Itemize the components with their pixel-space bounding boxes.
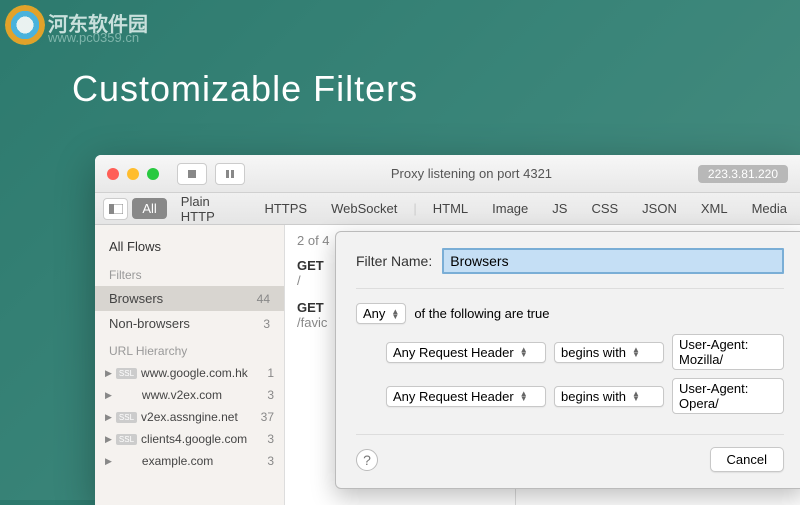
chevron-updown-icon: ▲▼ (632, 391, 640, 401)
match-mode-select[interactable]: Any ▲▼ (356, 303, 406, 324)
rule-op-select[interactable]: begins with ▲▼ (554, 386, 664, 407)
tab-websocket[interactable]: WebSocket (321, 198, 407, 219)
tab-html[interactable]: HTML (423, 198, 478, 219)
tab-css[interactable]: CSS (581, 198, 628, 219)
watermark-url: www.pc0359.cn (48, 30, 139, 45)
ssl-badge: SSL (116, 368, 137, 379)
toolbar: All Plain HTTP HTTPS WebSocket | HTML Im… (95, 193, 800, 225)
filter-dialog: Filter Name: Any ▲▼ of the following are… (335, 231, 800, 489)
sidebar-toggle-button[interactable] (103, 198, 128, 220)
filter-name: Browsers (109, 291, 163, 306)
ssl-badge: SSL (116, 412, 137, 423)
select-value: begins with (561, 389, 626, 404)
flow-path: / (297, 273, 301, 288)
rule-field-select[interactable]: Any Request Header ▲▼ (386, 342, 546, 363)
rule-value-input[interactable]: User-Agent: Mozilla/ (672, 334, 784, 370)
filter-rule-row: Any Request Header ▲▼ begins with ▲▼ User-… (386, 334, 784, 370)
filter-count: 44 (257, 292, 270, 306)
select-value: begins with (561, 345, 626, 360)
url-hierarchy-item[interactable]: ▶ example.com 3 (95, 450, 284, 472)
tab-plain-http[interactable]: Plain HTTP (171, 191, 251, 227)
tab-media[interactable]: Media (742, 198, 797, 219)
url-host: www.google.com.hk (141, 366, 263, 380)
pause-button[interactable] (215, 163, 245, 185)
url-count: 3 (267, 454, 274, 468)
filter-name: Non-browsers (109, 316, 190, 331)
chevron-updown-icon: ▲▼ (520, 347, 528, 357)
chevron-updown-icon: ▲▼ (520, 391, 528, 401)
url-hierarchy-item[interactable]: ▶ www.v2ex.com 3 (95, 384, 284, 406)
traffic-lights (107, 168, 159, 180)
sidebar-all-flows[interactable]: All Flows (95, 233, 284, 260)
tab-all[interactable]: All (132, 198, 166, 219)
hero-title: Customizable Filters (72, 68, 418, 110)
url-host: www.v2ex.com (142, 388, 263, 402)
cancel-button[interactable]: Cancel (710, 447, 784, 472)
rule-field-select[interactable]: Any Request Header ▲▼ (386, 386, 546, 407)
url-host: v2ex.assngine.net (141, 410, 257, 424)
tab-json[interactable]: JSON (632, 198, 687, 219)
tab-https[interactable]: HTTPS (254, 198, 317, 219)
rule-op-select[interactable]: begins with ▲▼ (554, 342, 664, 363)
url-count: 3 (267, 432, 274, 446)
tab-image[interactable]: Image (482, 198, 538, 219)
url-hierarchy-item[interactable]: ▶ SSL clients4.google.com 3 (95, 428, 284, 450)
filter-name-input[interactable] (442, 248, 784, 274)
disclosure-arrow-icon: ▶ (105, 412, 112, 423)
separator: | (413, 201, 416, 216)
minimize-button[interactable] (127, 168, 139, 180)
select-value: Any (363, 306, 385, 321)
flow-method: GET (297, 300, 324, 315)
disclosure-arrow-icon: ▶ (105, 390, 112, 401)
ip-badge: 223.3.81.220 (698, 165, 788, 183)
tab-js[interactable]: JS (542, 198, 577, 219)
url-host: example.com (142, 454, 263, 468)
help-button[interactable]: ? (356, 449, 378, 471)
chevron-updown-icon: ▲▼ (632, 347, 640, 357)
sidebar-filter-nonbrowsers[interactable]: Non-browsers 3 (95, 311, 284, 336)
disclosure-arrow-icon: ▶ (105, 368, 112, 379)
sidebar-filters-title: Filters (95, 260, 284, 286)
app-window: Proxy listening on port 4321 223.3.81.22… (95, 155, 800, 505)
url-count: 37 (261, 410, 274, 424)
url-host: clients4.google.com (141, 432, 263, 446)
sidebar-url-title: URL Hierarchy (95, 336, 284, 362)
titlebar: Proxy listening on port 4321 223.3.81.22… (95, 155, 800, 193)
close-button[interactable] (107, 168, 119, 180)
select-value: Any Request Header (393, 345, 514, 360)
tab-xml[interactable]: XML (691, 198, 738, 219)
url-count: 1 (267, 366, 274, 380)
ssl-badge: SSL (116, 434, 137, 445)
url-count: 3 (267, 388, 274, 402)
match-text: of the following are true (414, 306, 549, 321)
flow-method: GET (297, 258, 324, 273)
chevron-updown-icon: ▲▼ (391, 309, 399, 319)
rule-value-input[interactable]: User-Agent: Opera/ (672, 378, 784, 414)
url-hierarchy-item[interactable]: ▶ SSL www.google.com.hk 1 (95, 362, 284, 384)
filter-rule-row: Any Request Header ▲▼ begins with ▲▼ User-… (386, 378, 784, 414)
stop-button[interactable] (177, 163, 207, 185)
disclosure-arrow-icon: ▶ (105, 434, 112, 445)
flow-path: /favic (297, 315, 327, 330)
disclosure-arrow-icon: ▶ (105, 456, 112, 467)
content-area: 2 of 4 GET / GET /favic Filter Name: (285, 225, 800, 505)
maximize-button[interactable] (147, 168, 159, 180)
url-hierarchy-item[interactable]: ▶ SSL v2ex.assngine.net 37 (95, 406, 284, 428)
filter-name-label: Filter Name: (356, 253, 432, 269)
proxy-status: Proxy listening on port 4321 (253, 166, 690, 181)
sidebar-filter-browsers[interactable]: Browsers 44 (95, 286, 284, 311)
select-value: Any Request Header (393, 389, 514, 404)
filter-count: 3 (263, 317, 270, 331)
sidebar: All Flows Filters Browsers 44 Non-browse… (95, 225, 285, 505)
